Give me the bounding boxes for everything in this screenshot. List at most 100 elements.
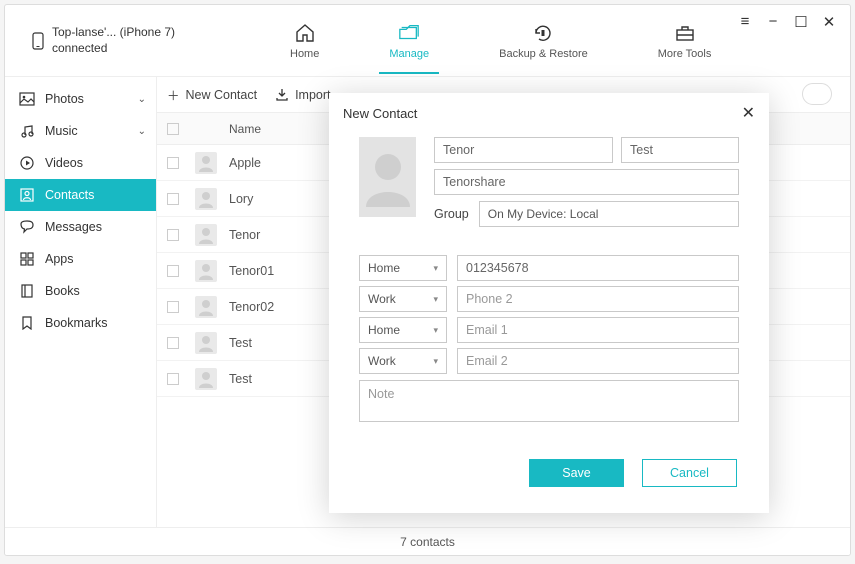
group-label: Group: [434, 207, 469, 221]
apps-icon: [19, 251, 35, 267]
sidebar-item-messages[interactable]: Messages: [5, 211, 156, 243]
sidebar-label: Bookmarks: [45, 316, 108, 330]
sidebar-label: Books: [45, 284, 80, 298]
contact-icon: [19, 187, 35, 203]
chevron-down-icon: ⌄: [138, 94, 146, 105]
sidebar-item-bookmarks[interactable]: Bookmarks: [5, 307, 156, 339]
field-type-select[interactable]: Home ▾: [359, 317, 447, 343]
tab-home[interactable]: Home: [290, 22, 319, 60]
row-checkbox[interactable]: [167, 229, 179, 241]
new-contact-button[interactable]: ＋ New Contact: [167, 85, 257, 104]
device-name: Top-lanse'... (iPhone 7): [52, 25, 175, 41]
field-value-input[interactable]: [457, 317, 739, 343]
avatar-placeholder[interactable]: [359, 137, 416, 217]
music-icon: [19, 123, 35, 139]
phone-icon: [32, 32, 44, 50]
contact-name: Tenor02: [229, 300, 274, 314]
maximize-button[interactable]: ☐: [792, 13, 810, 31]
search-input[interactable]: [802, 83, 832, 105]
import-icon: [275, 88, 289, 102]
save-button[interactable]: Save: [529, 459, 624, 487]
field-value-input[interactable]: [457, 348, 739, 374]
menu-icon[interactable]: ≡: [736, 13, 754, 31]
sidebar-item-books[interactable]: Books: [5, 275, 156, 307]
field-type-label: Home: [368, 323, 400, 337]
field-row: Home ▾: [359, 255, 739, 281]
import-button[interactable]: Import: [275, 88, 330, 102]
field-value-input[interactable]: [457, 255, 739, 281]
last-name-input[interactable]: [621, 137, 739, 163]
contact-name: Apple: [229, 156, 261, 170]
person-icon: [360, 147, 416, 207]
note-input[interactable]: [359, 380, 739, 422]
chevron-down-icon: ▾: [433, 356, 438, 367]
tab-tools-label: More Tools: [658, 48, 712, 60]
group-select[interactable]: On My Device: Local: [479, 201, 739, 227]
tab-more-tools[interactable]: More Tools: [658, 22, 712, 60]
contact-name: Test: [229, 372, 252, 386]
field-row: Work ▾: [359, 348, 739, 374]
chevron-down-icon: ▾: [433, 294, 438, 305]
row-checkbox[interactable]: [167, 337, 179, 349]
sidebar-label: Apps: [45, 252, 74, 266]
tab-backup-label: Backup & Restore: [499, 48, 588, 60]
avatar-icon: [195, 368, 217, 390]
tab-backup-restore[interactable]: Backup & Restore: [499, 22, 588, 60]
row-checkbox[interactable]: [167, 193, 179, 205]
folder-icon: [398, 22, 420, 44]
cancel-button[interactable]: Cancel: [642, 459, 737, 487]
row-checkbox[interactable]: [167, 265, 179, 277]
sidebar-item-videos[interactable]: Videos: [5, 147, 156, 179]
tab-home-label: Home: [290, 48, 319, 60]
avatar-icon: [195, 188, 217, 210]
avatar-icon: [195, 296, 217, 318]
contact-name: Lory: [229, 192, 253, 206]
field-type-label: Work: [368, 354, 396, 368]
close-icon[interactable]: ✕: [742, 103, 755, 123]
avatar-icon: [195, 332, 217, 354]
row-checkbox[interactable]: [167, 301, 179, 313]
company-input[interactable]: [434, 169, 739, 195]
image-icon: [19, 91, 35, 107]
chevron-down-icon: ⌄: [138, 126, 146, 137]
tab-manage[interactable]: Manage: [389, 22, 429, 60]
book-icon: [19, 283, 35, 299]
sidebar-label: Messages: [45, 220, 102, 234]
minimize-button[interactable]: −: [764, 13, 782, 31]
sidebar-item-photos[interactable]: Photos ⌄: [5, 83, 156, 115]
close-window-button[interactable]: ✕: [820, 13, 838, 31]
home-icon: [294, 22, 316, 44]
field-row: Work ▾: [359, 286, 739, 312]
field-row: Home ▾: [359, 317, 739, 343]
field-value-input[interactable]: [457, 286, 739, 312]
contact-name: Tenor01: [229, 264, 274, 278]
first-name-input[interactable]: [434, 137, 613, 163]
avatar-icon: [195, 152, 217, 174]
new-contact-dialog: New Contact ✕ Group On My Devi: [329, 93, 769, 513]
header: Top-lanse'... (iPhone 7) connected Home …: [5, 5, 850, 77]
field-type-select[interactable]: Work ▾: [359, 286, 447, 312]
cancel-label: Cancel: [670, 466, 709, 480]
plus-icon: ＋: [167, 85, 180, 104]
sidebar-item-contacts[interactable]: Contacts: [5, 179, 156, 211]
row-checkbox[interactable]: [167, 373, 179, 385]
avatar-icon: [195, 260, 217, 282]
field-type-select[interactable]: Work ▾: [359, 348, 447, 374]
field-type-select[interactable]: Home ▾: [359, 255, 447, 281]
sidebar-item-music[interactable]: Music ⌄: [5, 115, 156, 147]
select-all-checkbox[interactable]: [167, 123, 179, 135]
sidebar-label: Photos: [45, 92, 84, 106]
message-icon: [19, 219, 35, 235]
footer: 7 contacts: [5, 527, 850, 555]
row-checkbox[interactable]: [167, 157, 179, 169]
bookmark-icon: [19, 315, 35, 331]
field-type-label: Home: [368, 261, 400, 275]
sidebar-label: Contacts: [45, 188, 94, 202]
sidebar-item-apps[interactable]: Apps: [5, 243, 156, 275]
field-type-label: Work: [368, 292, 396, 306]
avatar-icon: [195, 224, 217, 246]
contact-name: Tenor: [229, 228, 260, 242]
toolbox-icon: [674, 22, 696, 44]
dialog-title: New Contact: [343, 106, 417, 121]
chevron-down-icon: ▾: [433, 325, 438, 336]
